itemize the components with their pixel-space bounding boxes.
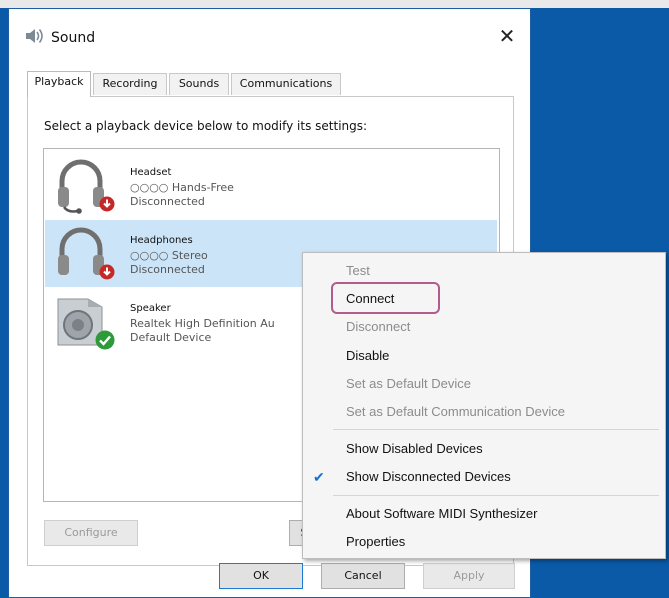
tab-recording[interactable]: Recording	[93, 73, 167, 95]
tab-label: Communications	[239, 77, 333, 90]
device-description: ○○○○ Hands-Free	[130, 181, 234, 194]
tab-label: Sounds	[178, 77, 220, 90]
default-check-badge-icon	[95, 330, 115, 350]
menu-item-set-default-communication-device[interactable]: Set as Default Communication Device	[346, 404, 565, 419]
device-name: Headphones	[130, 235, 193, 246]
title-bar[interactable]: Sound ✕	[9, 9, 530, 61]
device-status: Disconnected	[130, 195, 205, 208]
device-description: ○○○○ Stereo	[130, 249, 208, 262]
disconnected-badge-icon	[99, 196, 115, 212]
tab-label: Recording	[102, 77, 158, 90]
ok-button[interactable]: OK	[219, 563, 303, 589]
tab-sounds[interactable]: Sounds	[169, 73, 229, 95]
device-status: Disconnected	[130, 263, 205, 276]
context-menu: Test Connect Disconnect Disable Set as D…	[302, 252, 666, 559]
instruction-text: Select a playback device below to modify…	[44, 119, 368, 133]
disconnected-badge-icon	[99, 264, 115, 280]
tab-communications[interactable]: Communications	[231, 73, 341, 95]
configure-button[interactable]: Configure	[44, 520, 138, 546]
apply-button[interactable]: Apply	[423, 563, 515, 589]
device-description: Realtek High Definition Au	[130, 317, 275, 330]
menu-separator	[333, 429, 659, 430]
menu-item-properties[interactable]: Properties	[346, 534, 405, 549]
menu-item-set-default-device[interactable]: Set as Default Device	[346, 376, 471, 391]
menu-item-show-disabled-devices[interactable]: Show Disabled Devices	[346, 441, 483, 456]
cancel-button[interactable]: Cancel	[321, 563, 405, 589]
window-title: Sound	[51, 30, 96, 46]
sound-app-icon	[26, 29, 43, 43]
close-icon: ✕	[498, 24, 516, 48]
menu-item-about-midi-synth[interactable]: About Software MIDI Synthesizer	[346, 506, 537, 521]
desktop-top-strip	[0, 0, 669, 8]
device-name: Speaker	[130, 303, 171, 314]
close-button[interactable]: ✕	[490, 21, 524, 51]
menu-item-test[interactable]: Test	[346, 263, 370, 278]
tab-playback[interactable]: Playback	[27, 71, 91, 97]
menu-item-disconnect[interactable]: Disconnect	[346, 319, 410, 334]
menu-item-disable[interactable]: Disable	[346, 348, 389, 363]
menu-item-connect[interactable]: Connect	[346, 291, 394, 306]
checkmark-icon: ✔	[313, 469, 325, 485]
device-row-headset[interactable]: Headset ○○○○ Hands-Free Disconnected	[45, 152, 497, 219]
device-name: Headset	[130, 167, 172, 178]
menu-item-show-disconnected-devices[interactable]: Show Disconnected Devices	[346, 469, 511, 484]
tab-label: Playback	[34, 75, 84, 88]
menu-separator	[333, 495, 659, 496]
device-status: Default Device	[130, 331, 212, 344]
